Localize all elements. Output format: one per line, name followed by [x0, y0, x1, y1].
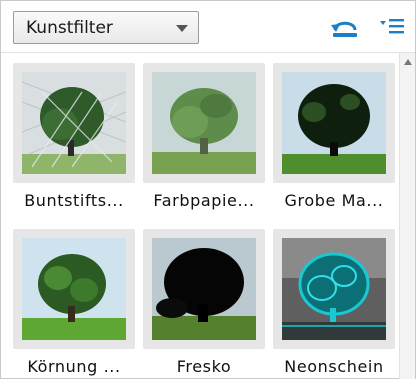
filter-thumbnail: [143, 229, 265, 349]
filter-panel: Kunstfilter Buntstifts... Farbpapie... G…: [0, 0, 416, 379]
filter-thumbnail: [273, 63, 395, 183]
reset-rotate-icon: [331, 21, 357, 37]
tree-preview-icon: [152, 72, 256, 174]
filter-tile-dry-brush[interactable]: Grobe Ma...: [273, 63, 395, 225]
filter-tile-cutout[interactable]: Farbpapie...: [143, 63, 265, 225]
filter-tile-film-grain[interactable]: Körnung ...: [13, 229, 135, 379]
tree-preview-icon: [22, 238, 126, 340]
category-dropdown-label: Kunstfilter: [26, 18, 113, 38]
chevron-down-icon: [176, 25, 188, 32]
filter-thumbnail: [13, 63, 135, 183]
vertical-scrollbar[interactable]: [399, 53, 415, 379]
filter-tile-neon-glow[interactable]: Neonschein: [273, 229, 395, 379]
filter-label: Buntstifts...: [24, 191, 124, 210]
filter-label: Fresko: [176, 357, 232, 376]
tree-preview-icon: [152, 238, 256, 340]
panel-menu-icon: [380, 19, 404, 34]
filter-label: Grobe Ma...: [284, 191, 384, 210]
panel-toolbar: Kunstfilter: [1, 1, 415, 53]
filter-label: Farbpapie...: [153, 191, 255, 210]
scroll-up-arrow-icon[interactable]: [404, 59, 412, 65]
filter-label: Körnung ...: [27, 357, 121, 376]
filter-thumbnail: [273, 229, 395, 349]
tree-preview-icon: [282, 72, 386, 174]
category-dropdown[interactable]: Kunstfilter: [13, 11, 199, 44]
filter-thumbnail: [13, 229, 135, 349]
tree-preview-icon: [282, 238, 386, 340]
reset-button[interactable]: [329, 13, 361, 41]
tree-preview-icon: [22, 72, 126, 174]
filter-tile-fresco[interactable]: Fresko: [143, 229, 265, 379]
panel-menu-button[interactable]: [379, 15, 407, 39]
filter-tile-colored-pencil[interactable]: Buntstifts...: [13, 63, 135, 225]
filter-thumbnail: [143, 63, 265, 183]
filter-label: Neonschein: [284, 357, 384, 376]
